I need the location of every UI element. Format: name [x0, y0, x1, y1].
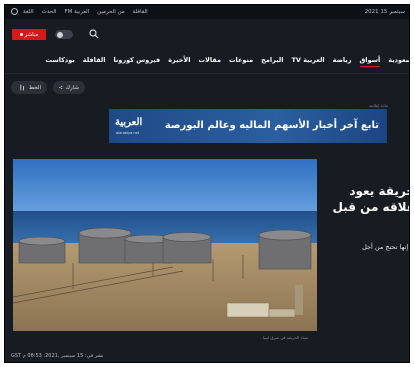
ad-logo: العربية [115, 117, 143, 128]
headline-line-2: غلاقه من قبل [332, 200, 410, 214]
live-label: مباشر [24, 31, 39, 38]
photo-caption: ميناء الحريقة في شرق ليبيا [263, 335, 309, 340]
live-dot-icon [19, 33, 23, 36]
top-link-haramain[interactable]: من الحرمين [97, 9, 124, 15]
nav-item-markets[interactable]: أسواق [359, 56, 381, 67]
live-button[interactable]: مباشر [12, 29, 46, 40]
nav-item-alarabiya-tv[interactable]: العربية TV [291, 56, 324, 67]
ad-text: تابع آخر أخبار الأسهم الماليه وعالم البو… [164, 120, 379, 131]
nav-item-saudi[interactable]: السعودية [388, 56, 409, 67]
toggle-knob [57, 31, 63, 38]
top-link-hadath[interactable]: الحدث [42, 9, 57, 15]
nav-item-podcast[interactable]: بودكاست [45, 56, 74, 67]
article-photo [13, 159, 317, 331]
nav-item-sports[interactable]: رياضة [333, 56, 352, 67]
top-link-language[interactable]: اللغة [23, 9, 34, 15]
search-icon[interactable] [89, 29, 99, 39]
share-label: شارك [65, 84, 79, 91]
article-headline[interactable]: حريقة يعود غلاقه من قبل [323, 183, 410, 215]
nav-item-programs[interactable]: البرامج [261, 56, 283, 67]
nav-item-articles[interactable]: مقالات [198, 56, 221, 67]
oil-port-photo [13, 159, 317, 331]
nav-item-variety[interactable]: منوعات [229, 56, 253, 67]
top-link-caravan[interactable]: القافلة [133, 9, 148, 15]
font-label: الخط [29, 84, 41, 91]
article-actions: شارك الخط [5, 73, 409, 99]
controls-row: مباشر [5, 19, 409, 49]
ad-banner[interactable]: العربية alarabiya.net تابع آخر أخبار الأ… [109, 109, 387, 143]
top-utility-bar: القافلة من الحرمين العربية FM الحدث اللغ… [5, 5, 409, 19]
nav-item-caravan[interactable]: القافلة [83, 56, 106, 67]
globe-icon[interactable] [11, 8, 18, 15]
nav-item-latest[interactable]: الأخيرة [168, 56, 190, 67]
top-links: القافلة من الحرمين العربية FM الحدث اللغ… [23, 9, 148, 15]
top-link-fm[interactable]: العربية FM [64, 9, 89, 15]
font-size-icon [20, 84, 25, 91]
nav-item-coronavirus[interactable]: فيروس كورونا [113, 56, 160, 67]
dark-mode-toggle[interactable] [55, 30, 73, 39]
current-date: 2021 15 سبتمبر [364, 9, 405, 15]
share-icon [59, 85, 63, 90]
main-nav: السعودية أسواق رياضة العربية TV البرامج … [5, 49, 409, 73]
publish-timestamp: نشر في: 15 سبتمبر ,2021: 08:53 م GST [11, 353, 104, 359]
ad-label: مادة إعلانية [369, 103, 388, 108]
article-dek: ل إنها تحتج من أجل [362, 243, 410, 251]
ad-logo-sub: alarabiya.net [116, 131, 140, 135]
headline-line-1: حريقة يعود [349, 184, 410, 198]
browser-page: القافلة من الحرمين العربية FM الحدث اللغ… [4, 4, 410, 363]
share-button[interactable]: شارك [53, 81, 85, 94]
font-size-button[interactable]: الخط [11, 81, 47, 94]
nav-list: السعودية أسواق رياضة العربية TV البرامج … [45, 56, 409, 67]
